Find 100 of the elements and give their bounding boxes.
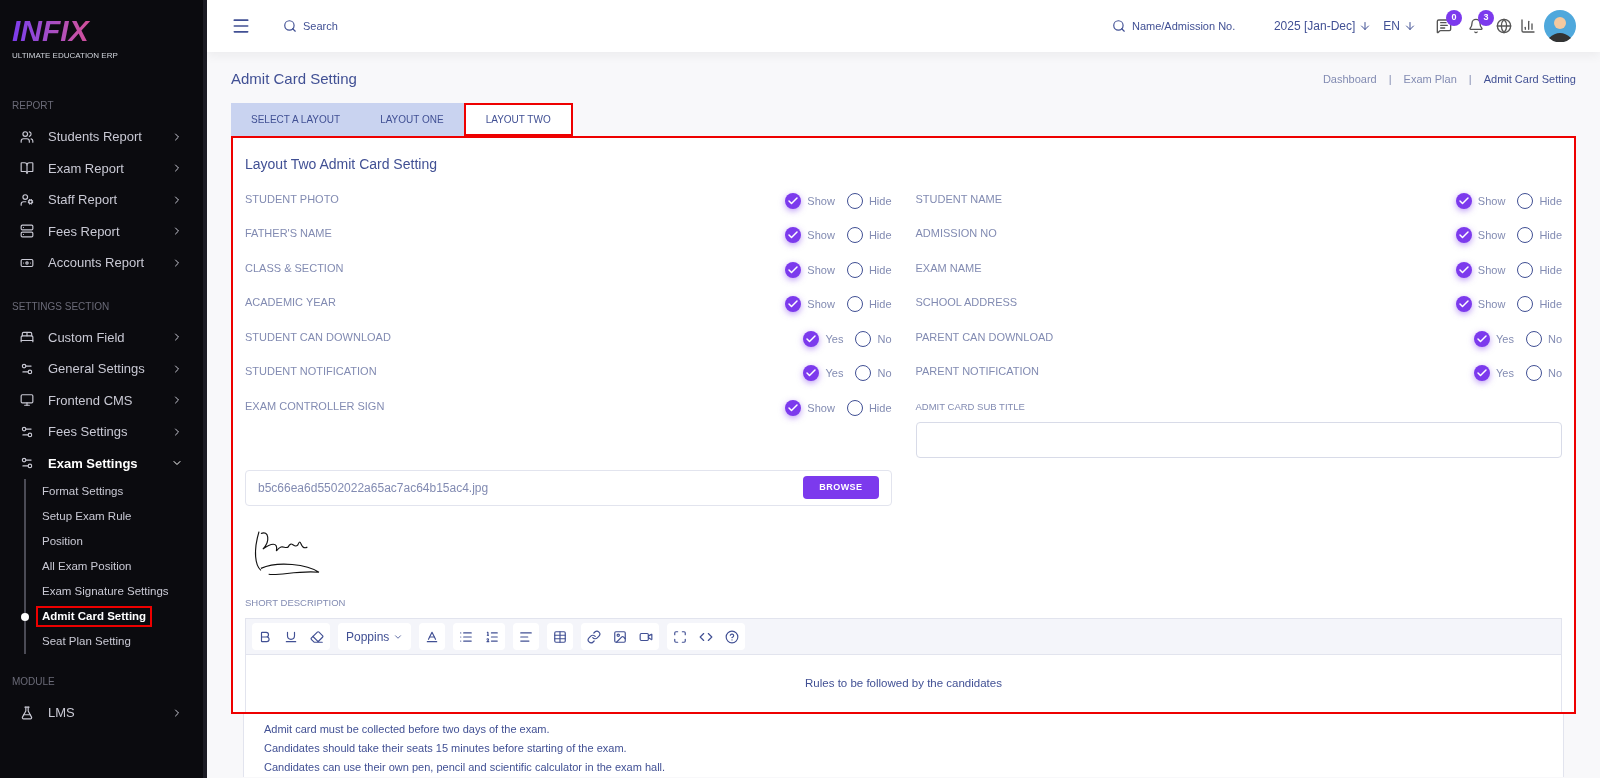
radio-option[interactable]: Show [1455,296,1506,313]
radio-checked[interactable] [1455,192,1472,209]
book-icon [20,161,34,176]
radio-checked[interactable] [1455,227,1472,244]
sidebar-item[interactable]: Exam Settings [0,447,203,479]
radio-option[interactable]: Yes [803,365,844,382]
sidebar-item[interactable]: LMS [0,697,203,729]
radio-option[interactable]: No [855,330,892,347]
sidebar-item[interactable]: Custom Field [0,321,203,353]
sidebar-item[interactable]: Frontend CMS [0,384,203,416]
submenu-item[interactable]: Admit Card Setting [38,607,151,626]
sidebar-item[interactable]: Students Report [0,121,203,153]
sidebar-item[interactable]: Accounts Report [0,247,203,279]
avatar-icon[interactable] [1544,10,1576,42]
radio-option[interactable]: Hide [1517,261,1562,278]
radio-option[interactable]: Show [785,261,835,278]
submenu-item[interactable]: Seat Plan Setting [38,632,135,651]
users-icon [20,129,34,144]
field-label: ADMISSION NO [915,226,998,241]
radio-option[interactable]: Hide [846,227,892,244]
check-icon [1457,194,1470,207]
radio-option[interactable]: Show [785,227,835,244]
menu-icon[interactable] [231,16,251,36]
radio-checked[interactable] [785,261,802,278]
check-icon [1457,263,1470,276]
radio-option[interactable]: Yes [1474,365,1514,382]
layout-tab[interactable]: LAYOUT TWO [463,102,573,136]
radio-checked[interactable] [1474,365,1490,382]
field-label: STUDENT CAN DOWNLOAD [245,329,392,345]
radio-checked[interactable] [803,330,820,347]
bell-icon[interactable] [1468,18,1484,34]
radio-option[interactable]: Hide [1517,296,1562,313]
file-field[interactable]: b5c66ea6d5502022a65ac7ac64b15ac4.jpg BROWSE [245,469,892,506]
radio-option[interactable]: Hide [846,296,892,313]
radio-option[interactable]: Show [785,192,835,209]
submenu-item[interactable]: Position [38,532,87,551]
layout-tab[interactable]: LAYOUT ONE [360,102,464,136]
radio-option[interactable]: Hide [1517,227,1562,244]
search-field[interactable]: Search [303,17,463,35]
panel-title: Layout Two Admit Card Setting [245,154,438,174]
radio-option[interactable]: Show [1455,261,1506,278]
check-icon [787,194,800,207]
radio-option[interactable]: Show [785,399,835,416]
breadcrumb-separator: | [1388,72,1392,87]
sidebar-item[interactable]: Fees Report [0,215,203,247]
radio-option[interactable]: Yes [1474,330,1514,347]
check-icon [787,401,800,414]
radio-option[interactable]: Hide [846,192,892,209]
submenu-item[interactable]: Format Settings [38,482,128,501]
radio-checked[interactable] [785,227,802,244]
submenu-item[interactable]: Exam Signature Settings [38,582,173,601]
subtitle-input[interactable] [915,421,1562,458]
radio-checked[interactable] [785,192,802,209]
radio-option[interactable]: No [1525,330,1562,347]
monitor-icon [20,393,34,408]
submenu-item[interactable]: Setup Exam Rule [38,507,136,526]
globe-icon[interactable] [1496,18,1512,34]
check-icon [805,332,818,345]
rule-line: Candidates can use their own pen, pencil and scientific calculator in the exam hall. [264,759,667,775]
arrow-down-icon [1404,20,1416,32]
radio-option[interactable]: Show [1455,192,1506,209]
layout-tab[interactable]: SELECT A LAYOUT [231,102,361,136]
section-title: REPORT [11,99,55,113]
font-select[interactable]: Poppins [338,623,412,650]
section-title: SETTINGS SECTION [11,299,111,314]
radio-option[interactable]: Yes [803,330,844,347]
radio-checked[interactable] [785,399,802,416]
messages-icon[interactable] [1436,18,1452,34]
sidebar-item[interactable]: Fees Settings [0,416,203,448]
radio-checked[interactable] [1455,261,1472,278]
count-badge: 3 [1478,10,1494,26]
section-title: MODULE [11,675,56,689]
sidebar-item[interactable]: Exam Report [0,152,203,184]
radio-checked[interactable] [1474,330,1490,347]
radio-option[interactable]: Hide [846,399,892,416]
radio-checked[interactable] [785,296,802,313]
submenu-item[interactable]: All Exam Position [38,557,136,576]
browse-button[interactable]: BROWSE [803,476,879,500]
flask-icon [20,705,34,720]
language-select[interactable]: EN [1383,17,1416,35]
breadcrumb-link[interactable]: Exam Plan [1403,71,1457,88]
radio-option[interactable]: No [1525,365,1562,382]
sidebar-item[interactable]: General Settings [0,353,203,385]
session-select[interactable]: 2025 [Jan-Dec] [1273,17,1372,35]
breadcrumb-link[interactable]: Dashboard [1322,71,1377,88]
logo-tagline: ULTIMATE EDUCATION ERP [12,50,119,62]
sidebar-item[interactable]: Staff Report [0,184,203,216]
student-search-field[interactable]: Name/Admission No. [1131,17,1242,35]
radio-option[interactable]: Show [1455,227,1506,244]
radio-option[interactable]: Hide [846,261,892,278]
radio-option[interactable]: No [855,365,892,382]
bed-icon [20,330,34,345]
breadcrumb-link[interactable]: Admit Card Setting [1483,71,1576,88]
rule-line: Admit card must be collected before two days of the exam. [264,721,551,737]
search-icon [283,19,297,33]
chart-icon[interactable] [1520,18,1536,34]
radio-option[interactable]: Show [785,296,835,313]
radio-option[interactable]: Hide [1517,192,1562,209]
radio-checked[interactable] [1455,296,1472,313]
radio-checked[interactable] [803,365,820,382]
